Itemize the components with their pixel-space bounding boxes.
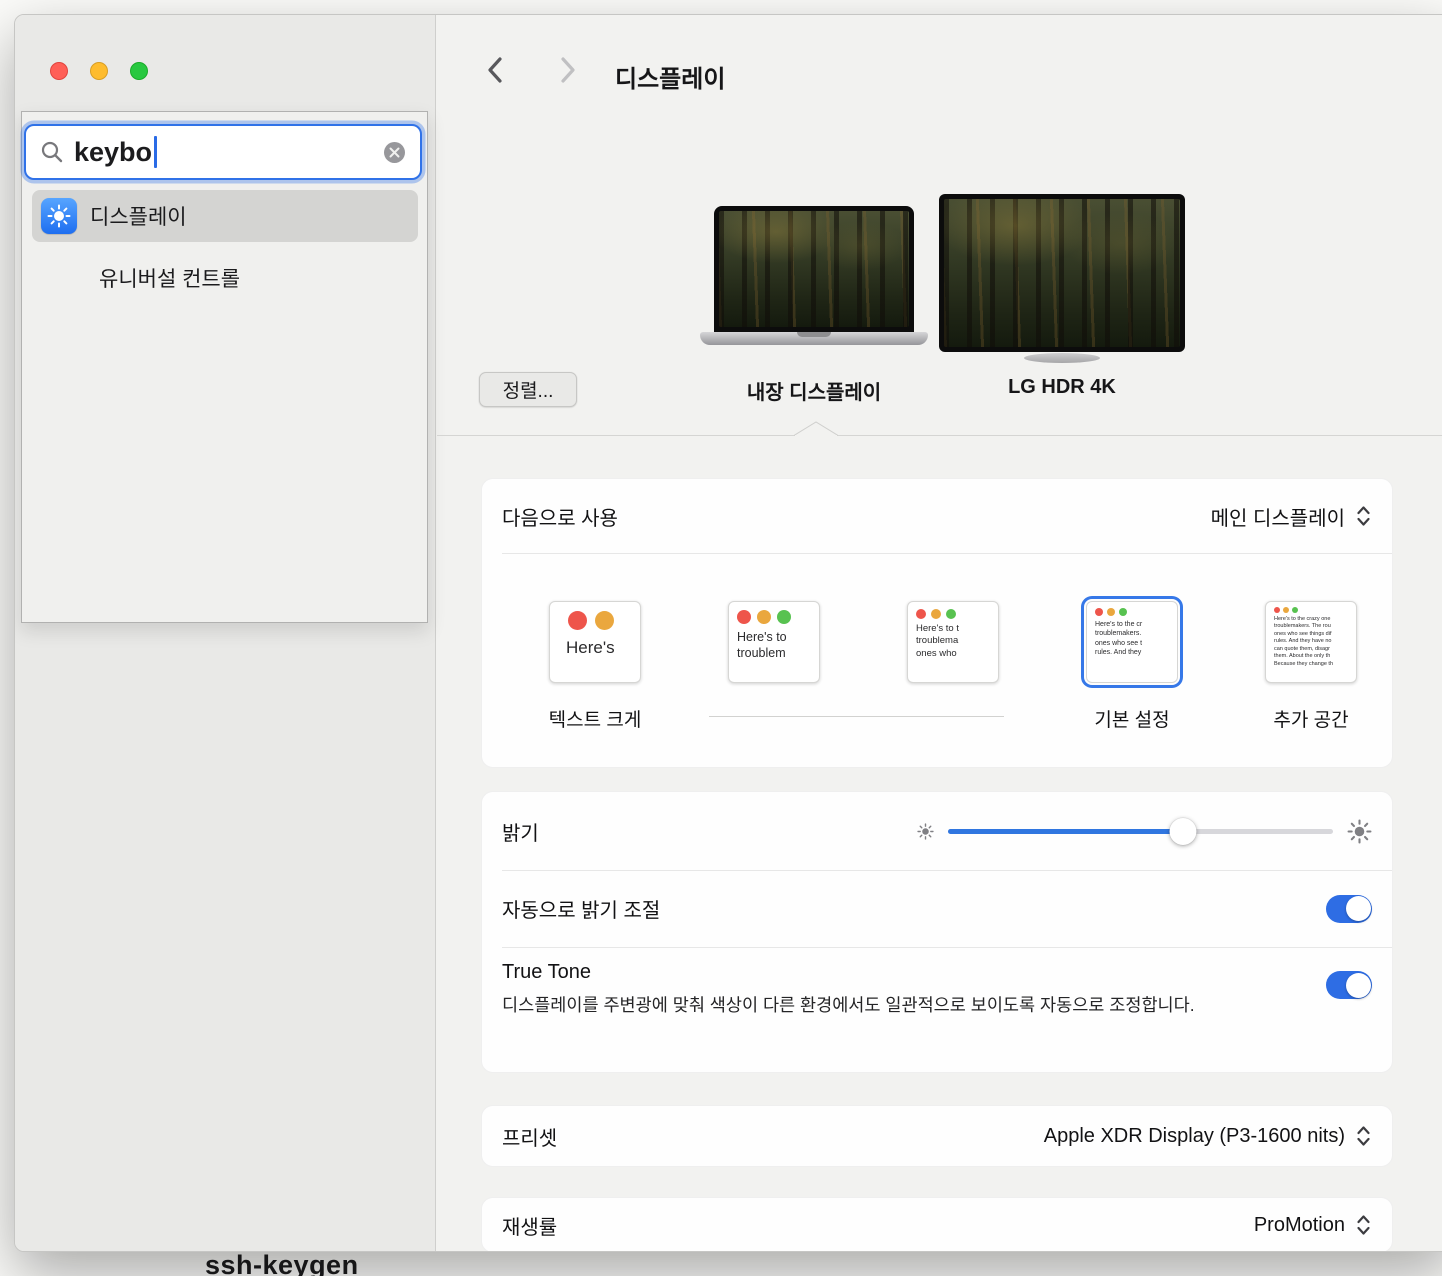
toggle-knob bbox=[1346, 973, 1371, 998]
refresh-rate-dropdown[interactable]: ProMotion bbox=[1254, 1213, 1372, 1237]
auto-brightness-toggle[interactable] bbox=[1326, 895, 1372, 923]
display-settings-icon bbox=[41, 198, 77, 234]
window-dots bbox=[1266, 602, 1356, 613]
content-pane: 디스플레이 내장 디스플레이 LG HDR 4K 정렬... 다음으로 사용 메… bbox=[437, 15, 1442, 1251]
brightness-slider[interactable] bbox=[948, 817, 1333, 845]
refresh-rate-value: ProMotion bbox=[1254, 1214, 1345, 1237]
refresh-rate-label: 재생률 bbox=[502, 1211, 557, 1240]
scaling-label-default: 기본 설정 bbox=[1062, 705, 1202, 732]
screen: ssh-keygen keybo bbox=[0, 0, 1442, 1276]
slider-knob[interactable] bbox=[1169, 818, 1196, 845]
builtin-display-thumbnail[interactable] bbox=[714, 206, 914, 332]
minimize-button[interactable] bbox=[90, 62, 108, 80]
scaling-option-larger-text[interactable]: Here's bbox=[549, 601, 641, 683]
use-as-value: 메인 디스플레이 bbox=[1211, 502, 1345, 531]
section-divider bbox=[437, 435, 1442, 436]
forward-button[interactable] bbox=[557, 55, 579, 90]
wallpaper-preview bbox=[944, 199, 1180, 347]
clear-icon bbox=[383, 141, 406, 164]
clear-search-button[interactable] bbox=[383, 141, 406, 164]
arrange-button[interactable]: 정렬... bbox=[479, 372, 577, 407]
row-divider bbox=[502, 870, 1392, 871]
slider-fill bbox=[948, 829, 1183, 834]
preset-row: 프리셋 Apple XDR Display (P3-1600 nits) bbox=[482, 1106, 1392, 1166]
window-dots bbox=[550, 602, 640, 630]
search-input[interactable]: keybo bbox=[24, 124, 422, 180]
stepper-icon bbox=[1355, 504, 1372, 528]
scaling-label-more-space: 추가 공간 bbox=[1241, 705, 1381, 732]
toggle-knob bbox=[1346, 896, 1371, 921]
text-cursor bbox=[154, 136, 157, 168]
search-result-display[interactable]: 디스플레이 bbox=[32, 190, 418, 242]
builtin-display-label: 내장 디스플레이 bbox=[704, 376, 924, 405]
row-divider bbox=[502, 947, 1392, 948]
refresh-rate-card: 재생률 ProMotion bbox=[481, 1197, 1393, 1252]
preset-dropdown[interactable]: Apple XDR Display (P3-1600 nits) bbox=[1044, 1124, 1372, 1148]
scaling-option-default[interactable]: Here's to the cr troublemakers. ones who… bbox=[1086, 601, 1178, 683]
external-display-label: LG HDR 4K bbox=[952, 376, 1172, 399]
refresh-rate-row: 재생률 ProMotion bbox=[482, 1198, 1392, 1252]
page-title: 디스플레이 bbox=[615, 59, 725, 94]
true-tone-row: True Tone 디스플레이를 주변광에 맞춰 색상이 다른 환경에서도 일관… bbox=[482, 947, 1392, 1018]
search-result-label: 디스플레이 bbox=[90, 201, 187, 231]
wallpaper-preview bbox=[719, 211, 909, 327]
scaling-label-larger-text: 텍스트 크게 bbox=[525, 705, 665, 732]
use-as-label: 다음으로 사용 bbox=[502, 502, 618, 531]
display-mode-card: 다음으로 사용 메인 디스플레이 Here's bbox=[481, 478, 1393, 768]
row-divider bbox=[502, 553, 1392, 554]
back-button[interactable] bbox=[484, 55, 506, 90]
search-result-label: 유니버설 컨트롤 bbox=[99, 263, 240, 293]
scaling-track-line bbox=[709, 716, 1004, 717]
auto-brightness-row: 자동으로 밝기 조절 bbox=[482, 870, 1392, 947]
close-button[interactable] bbox=[50, 62, 68, 80]
scaling-option-2[interactable]: Here's to troublem bbox=[728, 601, 820, 683]
brightness-low-icon bbox=[917, 823, 934, 840]
stepper-icon bbox=[1355, 1213, 1372, 1237]
auto-brightness-label: 자동으로 밝기 조절 bbox=[502, 894, 660, 923]
search-results-panel: keybo bbox=[21, 111, 428, 623]
traffic-lights bbox=[50, 62, 148, 80]
brightness-row: 밝기 bbox=[482, 792, 1392, 870]
brightness-high-icon bbox=[1347, 819, 1372, 844]
brightness-label: 밝기 bbox=[502, 817, 539, 846]
sidebar: keybo bbox=[15, 15, 436, 1251]
window-dots bbox=[908, 602, 998, 619]
true-tone-description: 디스플레이를 주변광에 맞춰 색상이 다른 환경에서도 일관적으로 보이도록 자… bbox=[502, 992, 1232, 1018]
window-dots bbox=[729, 602, 819, 624]
monitor-stand bbox=[1024, 353, 1100, 363]
use-as-row: 다음으로 사용 메인 디스플레이 bbox=[482, 479, 1392, 553]
stepper-icon bbox=[1355, 1124, 1372, 1148]
scaling-option-3[interactable]: Here's to t troublema ones who bbox=[907, 601, 999, 683]
macbook-base bbox=[700, 332, 928, 345]
preset-value: Apple XDR Display (P3-1600 nits) bbox=[1044, 1125, 1345, 1148]
scaling-option-more-space[interactable]: Here's to the crazy one troublemakers. T… bbox=[1265, 601, 1357, 683]
external-display-thumbnail[interactable] bbox=[939, 194, 1185, 352]
true-tone-label: True Tone bbox=[502, 961, 1232, 984]
use-as-dropdown[interactable]: 메인 디스플레이 bbox=[1211, 502, 1372, 531]
zoom-button[interactable] bbox=[130, 62, 148, 80]
search-icon bbox=[40, 140, 64, 164]
preset-label: 프리셋 bbox=[502, 1122, 557, 1151]
window-dots bbox=[1087, 602, 1177, 616]
brightness-card: 밝기 bbox=[481, 791, 1393, 1073]
true-tone-toggle[interactable] bbox=[1326, 971, 1372, 999]
preset-card: 프리셋 Apple XDR Display (P3-1600 nits) bbox=[481, 1105, 1393, 1167]
search-query-text: keybo bbox=[74, 137, 152, 168]
background-text: ssh-keygen bbox=[205, 1250, 359, 1276]
system-settings-window: keybo bbox=[14, 14, 1442, 1252]
search-result-universal-control[interactable]: 유니버설 컨트롤 bbox=[32, 252, 418, 304]
selected-display-pointer bbox=[794, 420, 838, 441]
